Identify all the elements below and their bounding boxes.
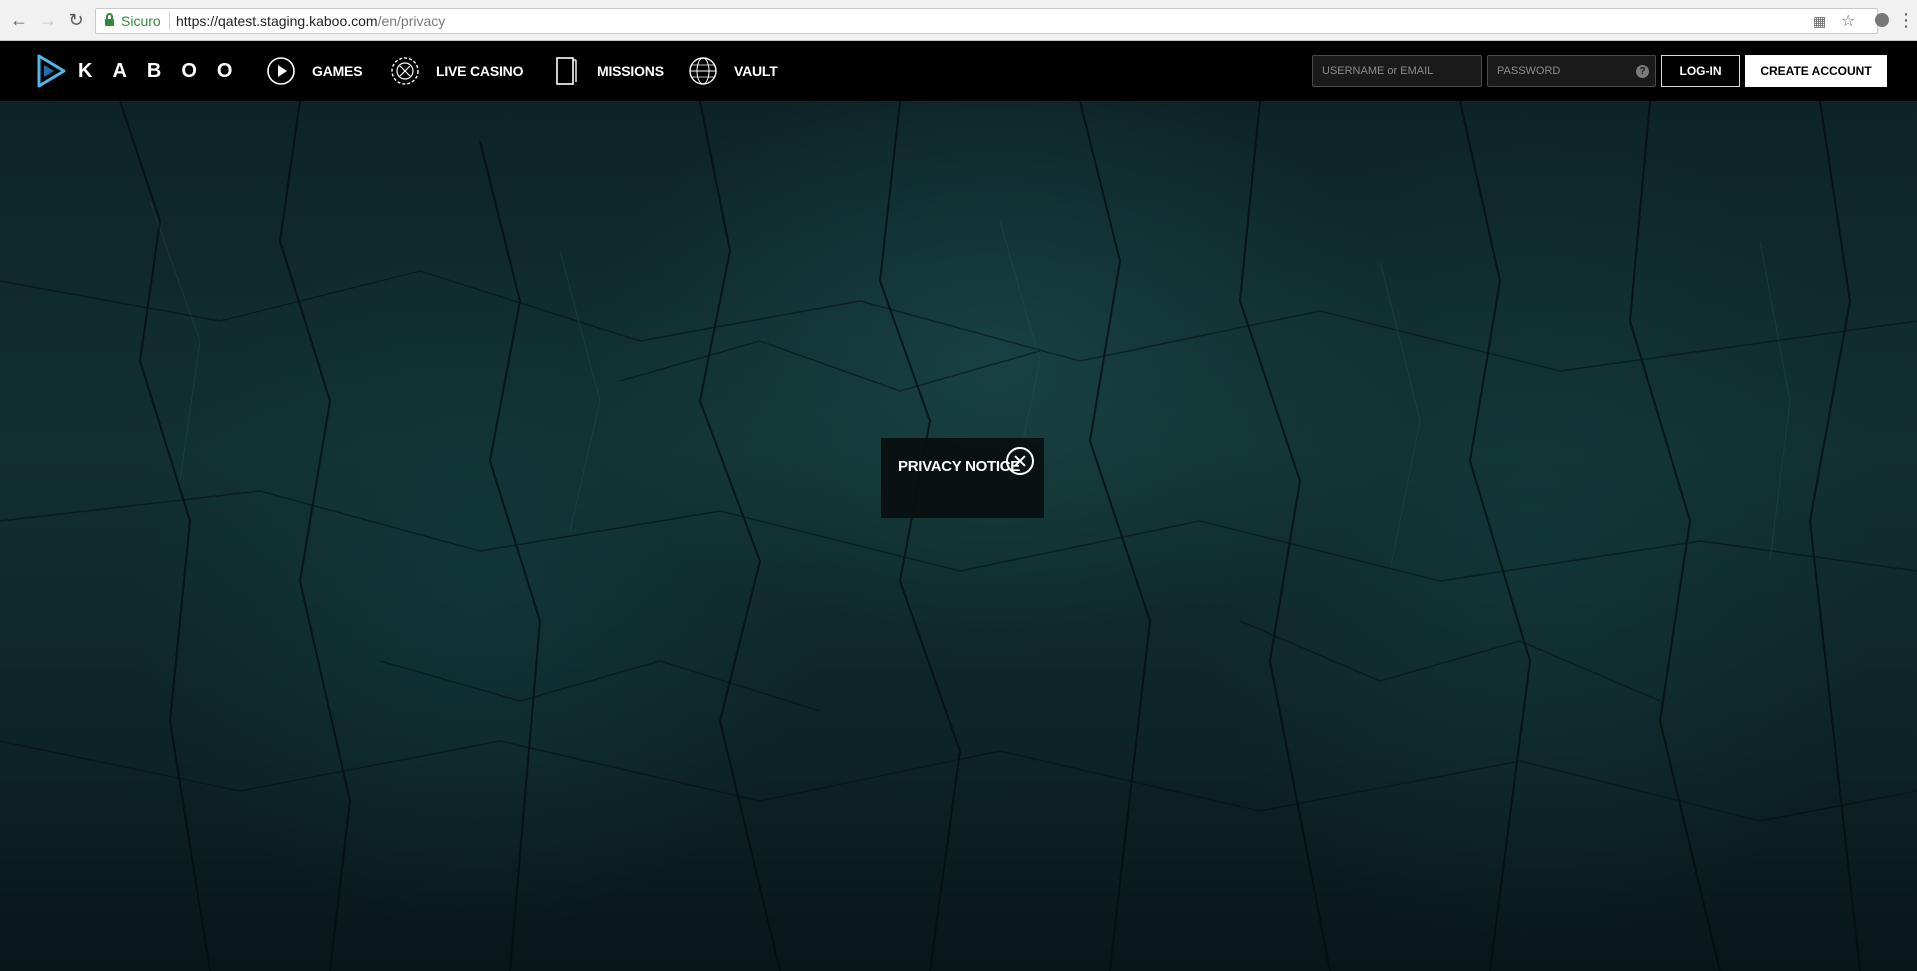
globe-icon [689,57,717,85]
password-field[interactable]: PASSWORD ? [1487,55,1656,87]
address-bar[interactable]: Sicuro https://qatest.staging.kaboo.com/… [95,8,1878,34]
help-icon[interactable]: ? [1636,65,1649,78]
username-placeholder: USERNAME or EMAIL [1322,65,1434,77]
nav-live-casino-label: LIVE CASINO [436,63,524,79]
translate-icon[interactable]: ▦ [1813,13,1826,30]
reload-icon[interactable]: ↻ [65,9,87,31]
logo-mark-icon [37,54,66,88]
browser-toolbar: ← → ↻ Sicuro https://qatest.staging.kabo… [0,0,1917,41]
hero-background [0,101,1917,971]
star-icon[interactable]: ☆ [1841,11,1855,31]
username-field[interactable]: USERNAME or EMAIL [1312,55,1482,87]
nav-vault[interactable]: VAULT [688,55,778,87]
rock-texture [0,101,1917,971]
create-account-button[interactable]: CREATE ACCOUNT [1745,55,1887,87]
nav-games-label: GAMES [312,63,363,79]
nav-vault-label: VAULT [734,63,778,79]
url-host: https://qatest.staging.kaboo.com [176,13,378,29]
menu-icon[interactable]: ⋮ [1897,9,1915,31]
secure-label: Sicuro [121,13,161,29]
nav-games[interactable]: GAMES [266,55,363,87]
url-text[interactable]: https://qatest.staging.kaboo.com/en/priv… [176,13,445,29]
extension-icon[interactable] [1875,13,1889,27]
privacy-notice-modal: PRIVACY NOTICE [881,438,1044,518]
logo-text: KABOO [78,59,253,82]
chip-icon [391,57,419,85]
kaboo-logo[interactable]: KABOO [36,54,252,88]
nav-missions-label: MISSIONS [597,63,664,79]
login-button[interactable]: LOG-IN [1661,55,1740,87]
forward-icon[interactable]: → [37,9,59,31]
nav-live-casino[interactable]: LIVE CASINO [390,55,523,87]
url-path: /en/privacy [377,13,446,29]
play-icon [267,57,295,85]
modal-title: PRIVACY NOTICE [898,458,1020,475]
lock-icon [105,13,114,27]
site-header: KABOO GAMES LIVE CASINO MISSIONS VAULT U… [0,41,1917,101]
url-separator [169,12,170,30]
nav-missions[interactable]: MISSIONS [551,55,664,87]
password-placeholder: PASSWORD [1497,65,1561,77]
close-icon[interactable] [1006,447,1034,475]
card-icon [556,57,577,85]
back-icon[interactable]: ← [8,9,30,31]
